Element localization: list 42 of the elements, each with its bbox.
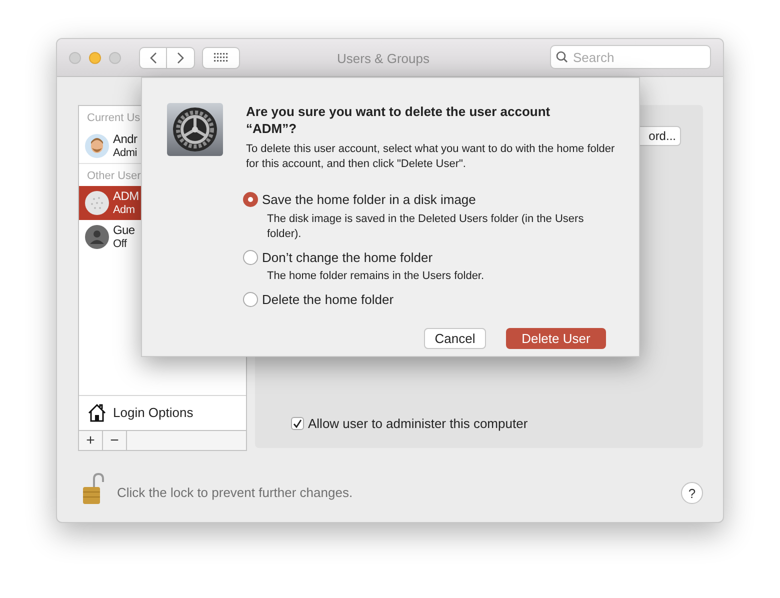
checkbox-label: Allow user to administer this computer [308, 415, 528, 433]
house-icon [87, 403, 107, 423]
radio-label: Save the home folder in a disk image [262, 191, 476, 209]
forward-button[interactable] [167, 46, 195, 68]
back-button[interactable] [139, 46, 167, 68]
user-name: Andr [113, 132, 138, 146]
dialog-message: To delete this user account, select what you want to do with the home folder for this account, and then click "Delete User". [246, 142, 616, 172]
checkmark-icon [293, 419, 302, 428]
lock-icon [82, 473, 104, 505]
user-role: Off [113, 237, 128, 251]
user-role: Adm [113, 203, 136, 217]
option-description: The home folder remains in the Users folder. [267, 269, 486, 284]
gear-icon [167, 103, 223, 156]
cancel-button[interactable]: Cancel [424, 328, 486, 348]
window-title: Users & Groups [337, 50, 430, 68]
radio-button[interactable] [243, 250, 258, 265]
chevron-right-icon [176, 52, 184, 64]
chevron-left-icon [149, 52, 157, 64]
section-header: Current Us [86, 111, 142, 126]
search-icon [556, 51, 568, 64]
grid-icon [214, 53, 228, 62]
checkbox[interactable] [291, 417, 304, 430]
radio-button[interactable] [243, 192, 258, 208]
lock-message: Click the lock to prevent further changes. [117, 484, 353, 502]
user-role: Admi [113, 146, 138, 160]
avatar-icon [85, 191, 109, 215]
radio-label: Don’t change the home folder [262, 248, 433, 267]
show-all-button[interactable] [202, 46, 240, 68]
option-description: The disk image is saved in the Deleted Users folder (in the Users folder). [267, 212, 585, 242]
avatar-icon [85, 225, 109, 249]
radio-button[interactable] [243, 292, 258, 308]
search-field[interactable]: Search [550, 45, 711, 70]
user-name: ADM [113, 189, 139, 203]
delete-user-button[interactable]: Delete User [506, 328, 606, 348]
user-item[interactable]: Gue Off [79, 220, 246, 254]
add-button[interactable]: + [79, 431, 103, 450]
user-name: Gue [113, 223, 135, 237]
remove-button[interactable]: − [103, 431, 127, 450]
avatar-icon [85, 134, 109, 158]
radio-label: Delete the home folder [262, 291, 394, 309]
dialog-title: Are you sure you want to delete the user account “ADM”? [246, 103, 552, 137]
help-button[interactable]: ? [681, 482, 703, 504]
